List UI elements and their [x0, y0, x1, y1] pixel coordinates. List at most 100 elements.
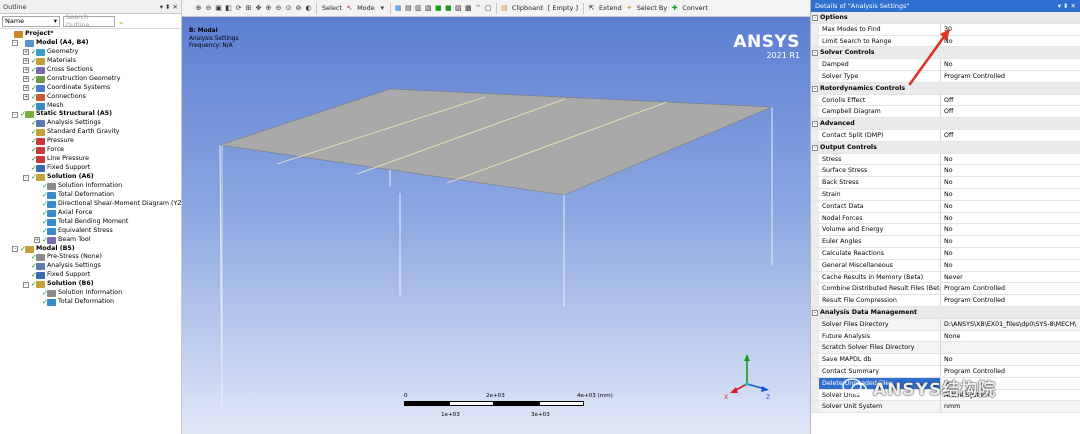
- tree-item[interactable]: ✓ Pre-Stress (None): [0, 253, 181, 262]
- details-property-row[interactable]: Calculate Reactions No: [811, 247, 1080, 260]
- extend-dropdown[interactable]: Extend: [597, 4, 624, 12]
- property-value[interactable]: Program Controlled: [941, 283, 1080, 294]
- property-value[interactable]: Program Controlled: [941, 295, 1080, 306]
- collapse-icon[interactable]: -: [12, 111, 18, 118]
- outline-search-input[interactable]: Search Outline: [63, 13, 115, 29]
- property-value[interactable]: No: [941, 213, 1080, 224]
- collapse-icon[interactable]: -: [12, 246, 18, 252]
- tree-item[interactable]: + ✓ Materials: [0, 57, 181, 66]
- select-filter-icon[interactable]: ⌔: [474, 4, 483, 13]
- details-property-row[interactable]: Combine Distributed Result Files (Beta) P…: [811, 283, 1080, 296]
- property-value[interactable]: No: [941, 236, 1080, 247]
- expand-icon[interactable]: +: [23, 85, 29, 92]
- property-value[interactable]: Off: [941, 95, 1080, 106]
- select-all-icon[interactable]: ▢: [484, 4, 493, 13]
- property-value[interactable]: No: [941, 36, 1080, 47]
- tree-item[interactable]: - ✓ Solution (B6): [0, 280, 181, 289]
- collapse-icon[interactable]: -: [23, 281, 29, 288]
- property-value[interactable]: Off: [941, 106, 1080, 117]
- select-by-dropdown[interactable]: Select By: [635, 4, 669, 12]
- collapse-icon[interactable]: -: [23, 174, 29, 181]
- look-at-icon[interactable]: ⊞: [244, 4, 253, 13]
- tree-item[interactable]: - ✓ Static Structural (A5): [0, 110, 181, 119]
- previous-view-icon[interactable]: ◐: [304, 4, 313, 13]
- property-value[interactable]: No: [941, 354, 1080, 365]
- property-value[interactable]: No: [941, 154, 1080, 165]
- view-iso-icon[interactable]: ▣: [214, 4, 223, 13]
- details-property-row[interactable]: Back Stress No: [811, 177, 1080, 189]
- outline-filter-select[interactable]: Name ▾: [2, 15, 60, 27]
- select-edge-icon[interactable]: ▤: [404, 4, 413, 13]
- tree-item[interactable]: ✓ Fixed Support: [0, 271, 181, 280]
- view-cube-icon[interactable]: ◧: [224, 4, 233, 13]
- property-value[interactable]: No: [941, 248, 1080, 259]
- property-value[interactable]: No: [941, 59, 1080, 70]
- details-property-row[interactable]: Surface Stress No: [811, 165, 1080, 178]
- details-property-row[interactable]: General Miscellaneous No: [811, 259, 1080, 272]
- select-vertex-icon[interactable]: ▦: [394, 4, 403, 13]
- zoom-out-icon[interactable]: ⊖: [274, 4, 283, 13]
- zoom-in-icon[interactable]: ⊕: [264, 4, 273, 13]
- tree-item[interactable]: ✓ Force: [0, 146, 181, 155]
- tree-item[interactable]: ✓ Axial Force: [0, 209, 181, 218]
- property-value[interactable]: No: [941, 165, 1080, 176]
- details-property-row[interactable]: Scratch Solver Files Directory: [811, 342, 1080, 355]
- tree-item[interactable]: - Model (A4, B4): [0, 39, 181, 48]
- details-property-row[interactable]: Campbell Diagram Off: [811, 106, 1080, 119]
- details-section-header[interactable]: - Options: [811, 12, 1080, 24]
- expand-icon[interactable]: +: [23, 58, 29, 65]
- expand-icon[interactable]: +: [23, 94, 29, 101]
- expand-icon[interactable]: +: [23, 49, 29, 56]
- zoom-box-icon[interactable]: ⊖: [204, 4, 213, 13]
- tree-item[interactable]: ✓ Analysis Settings: [0, 262, 181, 271]
- property-value[interactable]: 30: [941, 24, 1080, 35]
- tree-item[interactable]: ✓ Total Deformation: [0, 191, 181, 200]
- zoom-fit-icon[interactable]: ⊙: [284, 4, 293, 13]
- property-value[interactable]: No: [941, 260, 1080, 271]
- property-value[interactable]: D:\ANSYS\XB\EX01_files\dp0\SYS-8\MECH\: [941, 318, 1080, 330]
- collapse-icon[interactable]: -: [12, 40, 18, 47]
- details-property-row[interactable]: Future Analysis None: [811, 330, 1080, 343]
- details-property-row[interactable]: Contact Split (DMP) Off: [811, 129, 1080, 142]
- tree-item[interactable]: + ✓ Beam Tool: [0, 236, 181, 245]
- tree-item[interactable]: + ✓ Geometry: [0, 48, 181, 57]
- property-value[interactable]: Never: [941, 272, 1080, 283]
- zoom-to-fit-icon[interactable]: ⊕: [194, 4, 203, 13]
- tree-item[interactable]: - ✓ Modal (B5): [0, 245, 181, 254]
- tree-item[interactable]: ✓ Mesh: [0, 102, 181, 111]
- expand-icon[interactable]: +: [23, 76, 29, 83]
- clipboard-dropdown[interactable]: Clipboard: [510, 4, 545, 12]
- tree-item[interactable]: ✓ Analysis Settings: [0, 119, 181, 128]
- rotate-icon[interactable]: ⟳: [234, 4, 243, 13]
- property-value[interactable]: No: [941, 177, 1080, 188]
- details-property-row[interactable]: Result File Compression Program Controlle…: [811, 295, 1080, 307]
- tree-item[interactable]: Project*: [0, 30, 181, 39]
- property-value[interactable]: [941, 342, 1080, 354]
- details-property-row[interactable]: Volume and Energy No: [811, 224, 1080, 237]
- select-body-icon[interactable]: ▧: [424, 4, 433, 13]
- details-section-header[interactable]: - Output Controls: [811, 141, 1080, 154]
- select-element-face-icon[interactable]: ▨: [454, 4, 463, 13]
- tree-item[interactable]: ✓ Standard Earth Gravity: [0, 128, 181, 137]
- tree-item[interactable]: ✓ Solution Information: [0, 182, 181, 191]
- tree-item[interactable]: ✓ Equivalent Stress: [0, 227, 181, 236]
- tree-item[interactable]: ✓ Pressure: [0, 137, 181, 146]
- property-value[interactable]: None: [941, 331, 1080, 342]
- axis-triad[interactable]: X Z: [722, 352, 772, 402]
- property-value[interactable]: No: [941, 201, 1080, 212]
- details-section-header[interactable]: - Analysis Data Management: [811, 306, 1080, 319]
- convert-dropdown[interactable]: Convert: [680, 4, 710, 12]
- property-value[interactable]: Off: [941, 130, 1080, 141]
- filter-options-icon[interactable]: ⌄: [118, 17, 125, 26]
- mode-dropdown[interactable]: Mode: [355, 4, 377, 12]
- details-property-row[interactable]: Stress No: [811, 153, 1080, 166]
- select-mesh-icon[interactable]: ▩: [464, 4, 473, 13]
- select-button[interactable]: Select: [320, 4, 344, 12]
- select-element-icon[interactable]: ■: [444, 4, 453, 13]
- pan-icon[interactable]: ✥: [254, 4, 263, 13]
- tree-item[interactable]: ✓ Total Bending Moment: [0, 218, 181, 227]
- property-value[interactable]: Program Controlled: [941, 71, 1080, 82]
- property-value[interactable]: No: [941, 189, 1080, 200]
- details-property-row[interactable]: Solver Files Directory D:\ANSYS\XB\EX01_f…: [811, 318, 1080, 331]
- outline-panel-controls[interactable]: ▾ ⬍ ✕: [160, 3, 178, 11]
